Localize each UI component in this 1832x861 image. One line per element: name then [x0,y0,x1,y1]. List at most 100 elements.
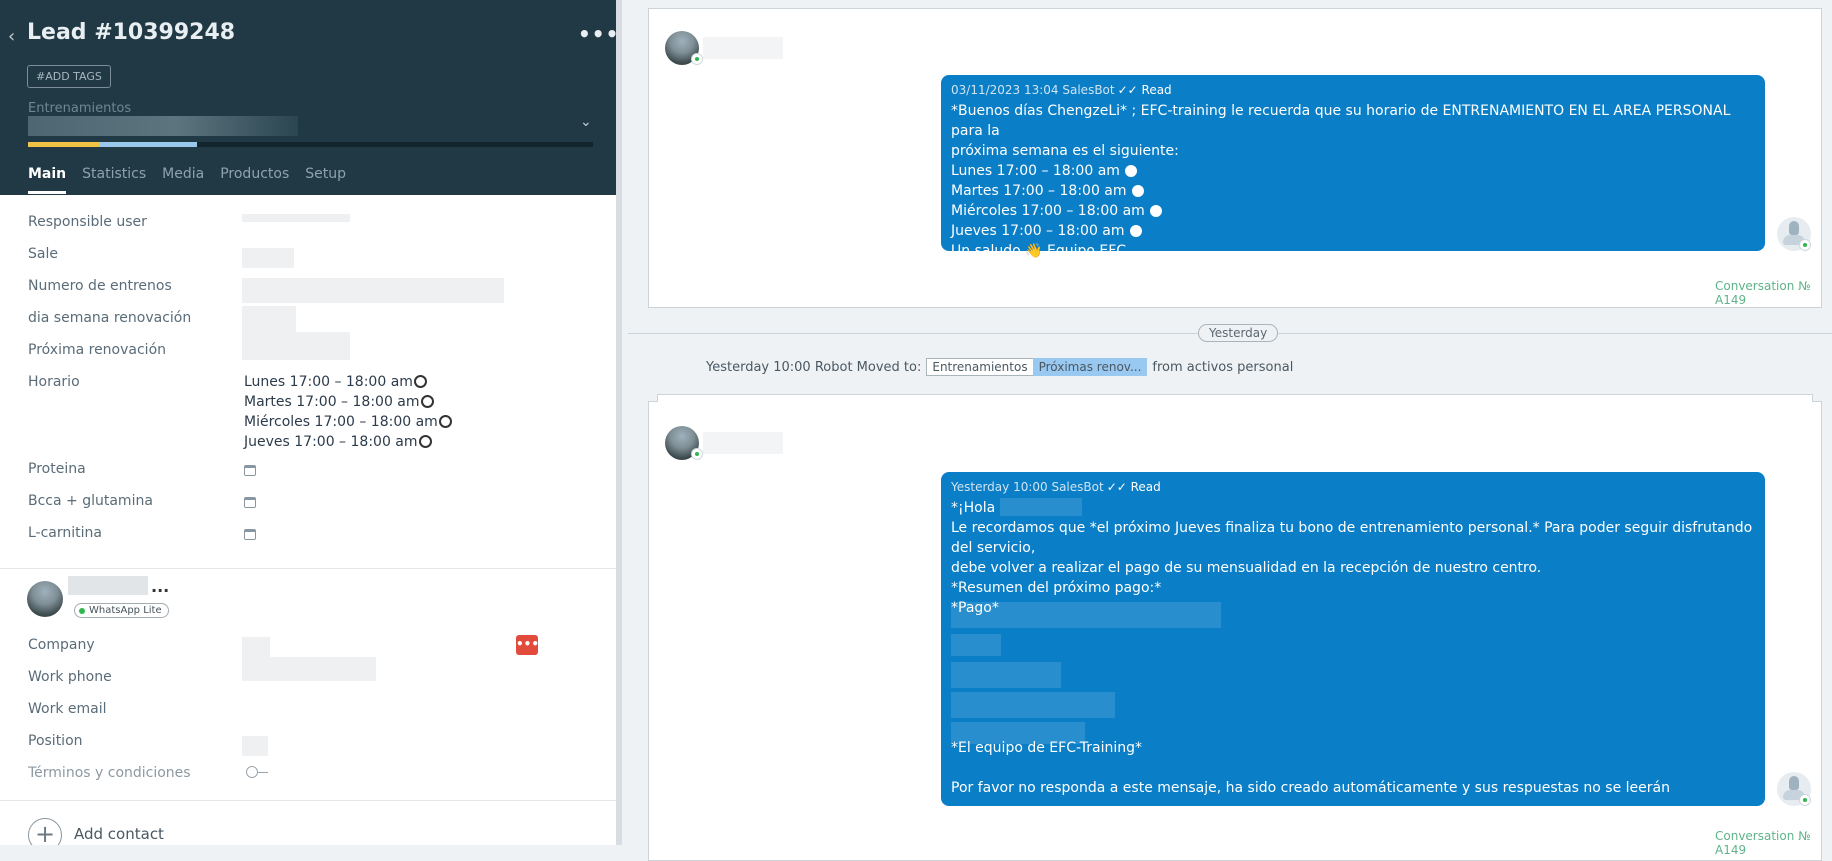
lead-title: Lead #10399248 [27,20,236,45]
field-label-work-phone: Work phone [28,669,112,685]
field-label-position: Position [28,733,83,749]
calendar-icon[interactable] [244,497,256,508]
read-status: ✓✓ Read [1117,83,1172,97]
redacted-name [999,498,1082,516]
date-separator: Yesterday [1198,324,1279,342]
message-meta: Yesterday 10:00 SalesBot ✓✓ Read [951,480,1755,494]
position-value[interactable] [242,736,268,756]
message-line [951,758,1670,778]
message-line: *¡Hola [951,498,1755,518]
pipeline-stage-select[interactable] [28,116,298,136]
toggle-icon[interactable] [246,766,272,778]
responsible-user-value[interactable] [242,214,350,222]
conversation-card: 03/11/2023 13:04 SalesBot ✓✓ Read *Buenos… [648,8,1822,308]
message-line-text: Martes 17:00 – 18:00 am [951,183,1127,199]
robot-event-suffix: from activos personal [1152,359,1294,375]
back-icon[interactable]: ‹ [8,26,15,47]
toggle-knob [246,766,258,778]
work-phone-value[interactable] [242,657,376,681]
contact-name[interactable] [68,576,148,595]
tab-main[interactable]: Main [28,166,67,194]
contact-more-icon[interactable]: ... [151,577,169,596]
message-bubble[interactable]: 03/11/2023 13:04 SalesBot ✓✓ Read *Buenos… [941,75,1765,259]
horario-line[interactable]: Jueves 17:00 – 18:00 am [244,434,432,450]
message-footer: *El equipo de EFC-Training* Por favor no… [951,738,1670,798]
dia-semana-value[interactable] [242,306,296,332]
calendar-icon[interactable] [244,529,256,540]
client-name[interactable] [703,37,783,59]
progress-segment-yellow [28,142,100,147]
stage-from: Entrenamientos [926,358,1034,376]
tab-media[interactable]: Media [162,166,204,194]
clock-icon [438,415,452,428]
horario-line[interactable]: Martes 17:00 – 18:00 am [244,394,434,410]
tab-productos[interactable]: Productos [220,166,289,194]
robot-event: Yesterday 10:00 Robot Moved to: Entrenam… [706,358,1293,376]
horario-line[interactable]: Miércoles 17:00 – 18:00 am [244,414,452,430]
message-line: Le recordamos que *el próximo Jueves fin… [951,520,1753,556]
redacted-block [951,634,1001,656]
conversation-number[interactable]: Conversation № A149 [1715,829,1821,857]
horario-text: Lunes 17:00 – 18:00 am [244,374,413,390]
clock-icon [1125,165,1138,177]
numero-entrenos-value[interactable] [242,278,504,303]
field-label-proxima-renovacion: Próxima renovación [28,342,167,358]
message-line: próxima semana es el siguiente: [951,143,1179,159]
field-label-company: Company [28,637,95,653]
message-bubble[interactable]: Yesterday 10:00 SalesBot ✓✓ Read *¡Hola L… [941,472,1765,806]
message-line-text: Miércoles 17:00 – 18:00 am [951,203,1145,219]
more-options-icon[interactable]: ••• [578,22,616,46]
company-options-button[interactable]: ••• [516,635,539,655]
message-line: Jueves 17:00 – 18:00 am [951,221,1755,241]
pipeline-progress-bar [28,142,593,147]
clock-icon [1129,225,1142,237]
message-meta: 03/11/2023 13:04 SalesBot ✓✓ Read [951,83,1755,97]
whatsapp-icon [1799,794,1811,806]
sale-value[interactable] [242,248,294,268]
clock-icon [413,375,427,388]
message-line: debe volver a realizar el pago de su men… [951,560,1542,576]
field-label-dia-semana: dia semana renovación [28,310,192,326]
field-label-numero-entrenos: Numero de entrenos [28,278,172,294]
chevron-down-icon[interactable]: ⌄ [580,114,592,130]
clock-icon [1150,205,1163,217]
contact-avatar[interactable] [27,581,63,617]
field-label-terminos: Términos y condiciones [28,765,191,781]
tab-statistics[interactable]: Statistics [82,166,146,194]
message-line: Un saludo 👋 Equipo EFC [951,243,1127,259]
message-line: *Resumen del próximo pago:* [951,580,1162,596]
message-timestamp: Yesterday 10:00 SalesBot [951,480,1104,494]
client-name[interactable] [703,432,783,454]
horario-line[interactable]: Lunes 17:00 – 18:00 am [244,374,427,390]
calendar-icon[interactable] [244,465,256,476]
conversation-card: Yesterday 10:00 SalesBot ✓✓ Read *¡Hola L… [648,394,1822,861]
tab-setup[interactable]: Setup [305,166,346,194]
plus-icon[interactable]: + [28,818,62,845]
proxima-renovacion-value[interactable] [242,332,350,360]
clock-icon [420,395,434,408]
whatsapp-icon [691,53,703,65]
field-label-lcarnitina: L-carnitina [28,525,102,541]
field-label-proteina: Proteina [28,461,86,477]
company-value[interactable] [242,637,270,657]
whatsapp-lite-badge: WhatsApp Lite [74,603,169,618]
divider [0,568,616,569]
message-timestamp: 03/11/2023 13:04 SalesBot [951,83,1115,97]
divider [0,800,616,801]
conversation-number[interactable]: Conversation № A149 [1715,279,1821,307]
whatsapp-icon [1799,239,1811,251]
add-contact-button[interactable]: Add contact [74,825,164,843]
horario-text: Jueves 17:00 – 18:00 am [244,434,418,450]
pipeline-label: Entrenamientos [28,101,132,116]
message-line: Lunes 17:00 – 18:00 am [951,161,1755,181]
add-tags-button[interactable]: #ADD TAGS [27,65,111,88]
message-line: *Buenos días ChengzeLi* ; EFC-training l… [951,103,1731,139]
field-label-work-email: Work email [28,701,107,717]
robot-event-prefix: Yesterday 10:00 Robot Moved to: [706,359,922,375]
progress-segment-blue [100,142,197,147]
field-label-bcca: Bcca + glutamina [28,493,153,509]
horario-text: Martes 17:00 – 18:00 am [244,394,420,410]
read-status: ✓✓ Read [1106,480,1161,494]
toggle-line [258,772,268,773]
field-label-sale: Sale [28,246,58,262]
